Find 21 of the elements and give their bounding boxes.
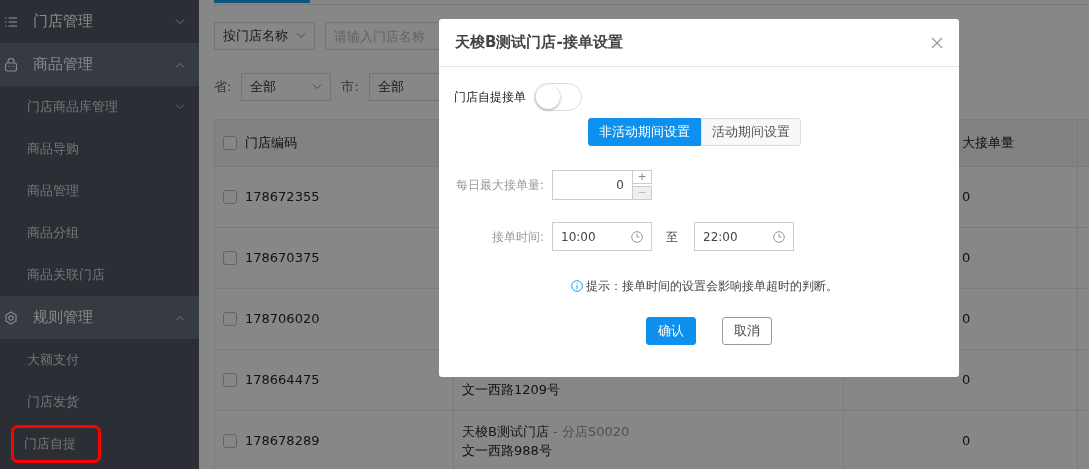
range-separator: 至 — [666, 228, 678, 246]
table-cell-text: 0 — [962, 188, 971, 207]
hint-text: 提示：接单时间的设置会影响接单超时的判断。 — [585, 278, 838, 295]
table-cell-text: 0 — [962, 432, 971, 451]
filter-label: 省: — [214, 78, 232, 97]
field-label: 接单时间: — [490, 228, 545, 246]
table-cell-text: 0 — [962, 249, 971, 268]
filter-label: 市: — [341, 78, 359, 97]
field-label: 每日最大接单量: — [454, 177, 545, 194]
table-cell-text: 0 — [962, 310, 971, 329]
store-address: 文一西路988号 — [462, 442, 552, 460]
table-cell-text: 178664475 — [245, 371, 320, 390]
table-cell-text: 178670375 — [245, 249, 320, 268]
table-cell-text: 0 — [962, 371, 971, 390]
dialog-title: 天梭B测试门店-接单设置 — [455, 32, 623, 54]
column-header: 门店编码 — [245, 134, 297, 153]
table-cell-text: 178706020 — [245, 310, 320, 329]
column-header: 大接单量 — [962, 134, 1014, 153]
table-cell-text: 178678289 — [245, 432, 320, 451]
store-address: 文一西路1209号 — [462, 381, 561, 400]
table-cell-text: 178672355 — [245, 188, 320, 207]
